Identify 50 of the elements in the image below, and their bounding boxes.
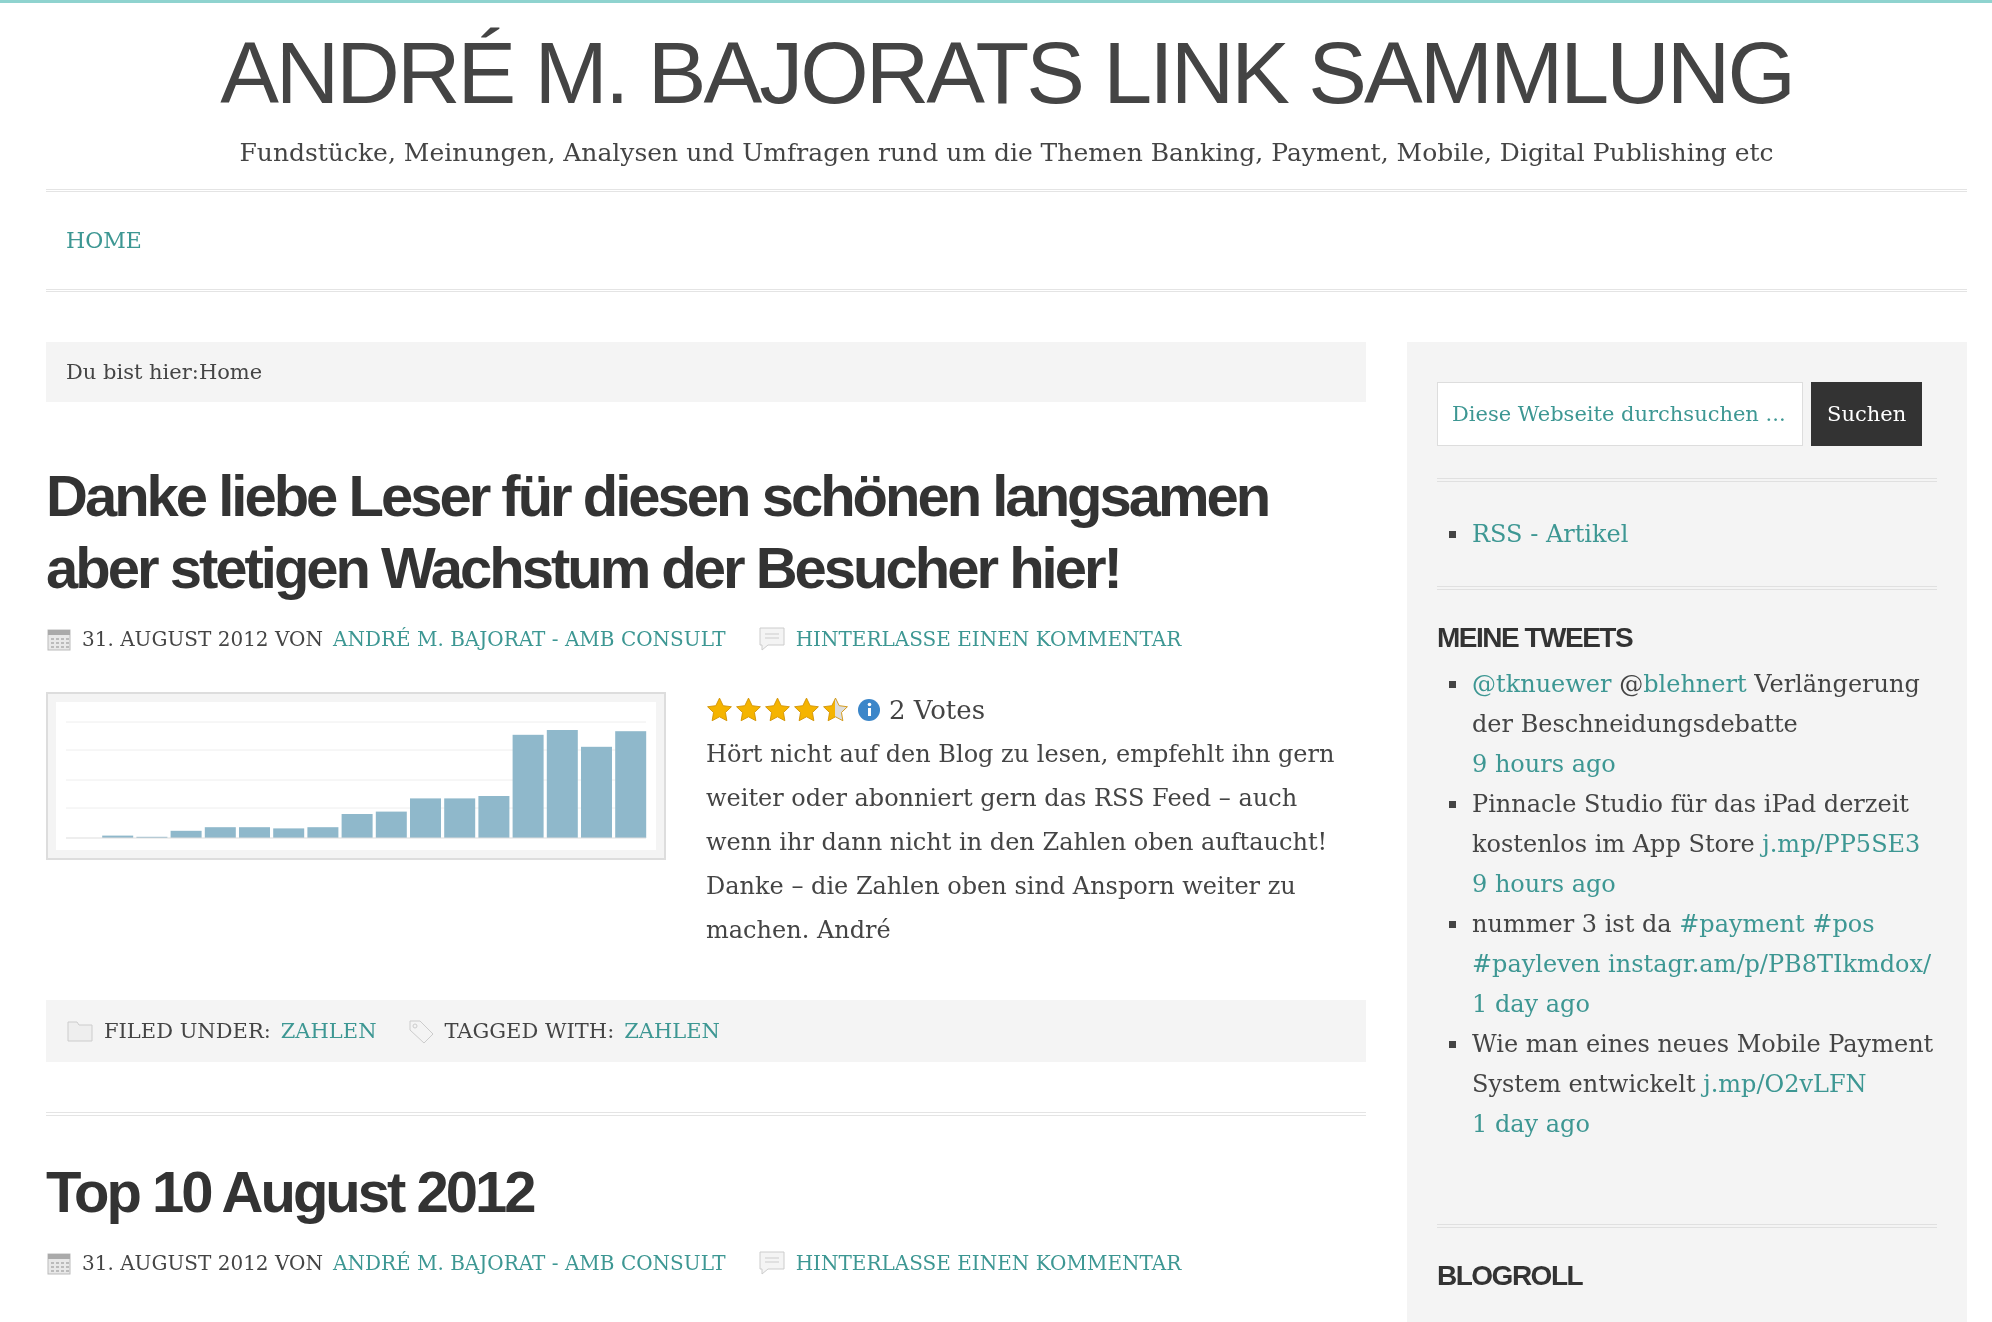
tweet-link[interactable]: @tknuewer (1472, 669, 1612, 698)
bullet-icon (1449, 1040, 1456, 1048)
bullet-icon (1449, 920, 1456, 928)
widget-title: MEINE TWEETS (1437, 621, 1634, 654)
votes-count: 2 Votes (889, 693, 986, 727)
post-date: 31. AUGUST 2012 VON (82, 1250, 323, 1275)
author-link[interactable]: ANDRÉ M. BAJORAT - AMB CONSULT (332, 626, 726, 651)
star-rating[interactable] (706, 696, 849, 723)
tweet-text: Pinnacle Studio für das iPad derzeit kostenlos im App Store j.mp/PP5SE3 9 hours ago (1472, 788, 1922, 900)
tweet-time[interactable]: 1 day ago (1472, 1109, 1590, 1138)
tag-link[interactable]: ZAHLEN (624, 1018, 720, 1043)
bullet-icon (1449, 680, 1456, 688)
comment-icon (757, 1249, 786, 1276)
post-title[interactable]: Danke liebe Leser für diesen schönen langsamen aber stetigen Wachstum der Besucher hier! (46, 459, 1366, 604)
tweet-link[interactable]: j.mp/O2vLFN (1703, 1069, 1867, 1098)
tweet-link[interactable]: j.mp/PP5SE3 (1762, 829, 1921, 858)
tweet-link[interactable]: blehnert (1643, 669, 1747, 698)
tweet-link[interactable]: instagr.am/p/PB8TIkmdox/ (1608, 949, 1932, 978)
comment-link[interactable]: HINTERLASSE EINEN KOMMENTAR (795, 626, 1182, 651)
post-title[interactable]: Top 10 August 2012 (46, 1155, 1366, 1228)
tweet-link[interactable]: #payleven (1472, 949, 1601, 978)
comment-link[interactable]: HINTERLASSE EINEN KOMMENTAR (795, 1250, 1182, 1275)
post-date: 31. AUGUST 2012 VON (82, 626, 323, 651)
folder-icon (66, 1018, 94, 1043)
rss-link[interactable]: RSS - Artikel (1472, 513, 1629, 554)
tweet-link[interactable]: #pos (1812, 909, 1875, 938)
site-tagline: Fundstücke, Meinungen, Analysen und Umfragen rund um die Themen Banking, Payment, Mobile, Digital Publishing etc (239, 137, 1774, 167)
tagged-label: TAGGED WITH: (444, 1018, 615, 1043)
tweet-text: @tknuewer @blehnert Verlängerung der Beschneidungsdebatte 9 hours ago (1472, 668, 1921, 780)
tweet-time[interactable]: 9 hours ago (1472, 869, 1616, 898)
tweet-text: Wie man eines neues Mobile Payment System entwickelt j.mp/O2vLFN 1 day ago (1472, 1028, 1935, 1140)
tweet-text: nummer 3 ist da #payment #pos #payleven instagr.am/p/PB8TIkmdox/ 1 day ago (1472, 908, 1933, 1020)
bullet-icon (1449, 530, 1456, 538)
comment-icon (757, 625, 786, 652)
tag-icon (406, 1017, 435, 1044)
search-button[interactable]: Suchen (1811, 381, 1923, 446)
info-icon (857, 697, 881, 722)
search-field[interactable]: Diese Webseite durchsuchen ... (1437, 381, 1803, 446)
nav-link[interactable]: HOME (66, 227, 142, 253)
tweet-time[interactable]: 1 day ago (1472, 989, 1590, 1018)
filed-label: FILED UNDER: (104, 1018, 271, 1043)
tweet-time[interactable]: 9 hours ago (1472, 749, 1616, 778)
widget-title: BLOGROLL (1437, 1259, 1584, 1292)
author-link[interactable]: ANDRÉ M. BAJORAT - AMB CONSULT (332, 1250, 726, 1275)
site-title[interactable]: ANDRÉ M. BAJORATS LINK SAMMLUNG (220, 25, 1793, 122)
breadcrumb: Du bist hier:Home (46, 341, 1366, 402)
category-link[interactable]: ZAHLEN (280, 1018, 377, 1043)
post-text: Hört nicht auf den Blog zu lesen, empfehlt ihn gern weiter oder abonniert gern das RSS Feed – auch wenn ihr dann nicht in den Zahlen oben auftaucht! Danke – die Zahlen oben sind Ansporn weiter zu machen. André (706, 738, 1336, 946)
bullet-icon (1449, 800, 1456, 808)
tweet-link[interactable]: #payment (1679, 909, 1805, 938)
